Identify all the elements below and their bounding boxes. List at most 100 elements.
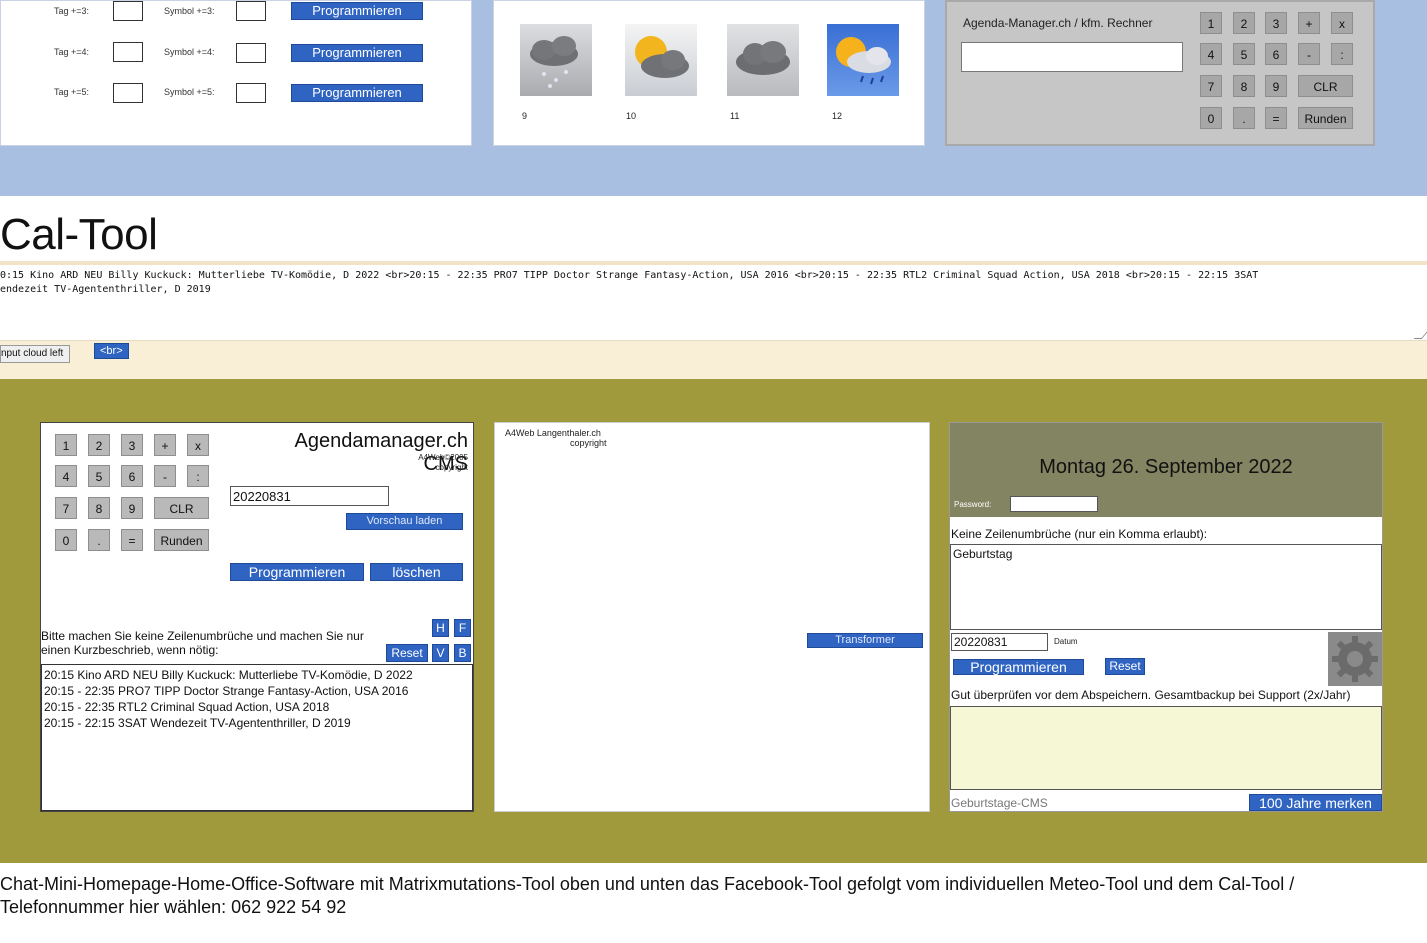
tag-input[interactable] — [113, 42, 143, 62]
cms-key-4[interactable]: 4 — [55, 465, 77, 487]
v-button[interactable]: V — [432, 644, 449, 662]
preview-copyright: copyright — [570, 438, 607, 448]
cms-key-plus[interactable]: + — [154, 434, 176, 456]
input-cloud-left-button[interactable]: nput cloud left — [0, 345, 71, 363]
password-field[interactable] — [1010, 496, 1098, 512]
reset-button[interactable]: Reset — [1105, 658, 1145, 675]
symbol-input[interactable] — [236, 83, 266, 103]
cal-tool-title: Cal-Tool — [0, 210, 158, 259]
cms-date-input[interactable] — [230, 486, 389, 506]
program-button[interactable]: Programmieren — [230, 563, 364, 581]
calculator-display[interactable] — [961, 42, 1183, 72]
list-item: 20:15 - 22:35 RTL2 Criminal Squad Action… — [44, 700, 330, 714]
program-button[interactable]: Programmieren — [291, 44, 423, 62]
transform-button[interactable]: Transformer — [807, 633, 923, 648]
cms-entries-textarea[interactable]: 20:15 Kino ARD NEU Billy Kuckuck: Mutter… — [41, 664, 473, 811]
delete-button[interactable]: löschen — [370, 563, 463, 581]
calc-key-minus[interactable]: - — [1298, 43, 1320, 65]
snow-cloud-icon[interactable] — [520, 24, 592, 96]
f-button[interactable]: F — [454, 619, 471, 637]
calc-key-5[interactable]: 5 — [1233, 43, 1255, 65]
calc-key-7[interactable]: 7 — [1200, 75, 1222, 97]
cms-subtitle: A4Web©2005 — [418, 453, 468, 462]
tag-label: Tag +=3: — [54, 6, 90, 16]
instruction-text: Keine Zeilenumbrüche (nur ein Komma erla… — [951, 527, 1208, 541]
cloud-icon[interactable] — [727, 24, 799, 96]
calc-key-multiply[interactable]: x — [1331, 12, 1353, 34]
calc-key-decimal[interactable]: . — [1233, 107, 1255, 129]
cms-key-clear[interactable]: CLR — [154, 497, 209, 519]
tag-input[interactable] — [113, 83, 143, 103]
cms-key-1[interactable]: 1 — [55, 434, 77, 456]
program-button[interactable]: Programmieren — [291, 2, 423, 20]
cms-key-3[interactable]: 3 — [121, 434, 143, 456]
footer-text: Chat-Mini-Homepage-Home-Office-Software … — [0, 873, 1420, 919]
calc-key-divide[interactable]: : — [1331, 43, 1353, 65]
calculator-title: Agenda-Manager.ch / kfm. Rechner — [963, 16, 1153, 30]
cms-key-9[interactable]: 9 — [121, 497, 143, 519]
cal-textarea[interactable]: 0:15 Kino ARD NEU Billy Kuckuck: Mutterl… — [0, 265, 1427, 341]
calc-key-2[interactable]: 2 — [1233, 12, 1255, 34]
sun-rain-icon[interactable] — [827, 24, 899, 96]
gear-icon[interactable] — [1328, 632, 1382, 686]
remember-100-years-button[interactable]: 100 Jahre merken — [1249, 794, 1382, 811]
icon-number: 10 — [626, 111, 637, 121]
calc-key-equals[interactable]: = — [1265, 107, 1287, 129]
cms-key-minus[interactable]: - — [154, 465, 176, 487]
preview-panel: A4Web Langenthaler.ch copyright Transfor… — [494, 422, 930, 812]
cms-key-divide[interactable]: : — [187, 465, 209, 487]
backup-note: Gut überprüfen vor dem Abspeichern. Gesa… — [951, 688, 1351, 702]
weather-panel: 9 10 11 12 — [493, 0, 925, 146]
cms-hint: Bitte machen Sie keine Zeilenumbrüche un… — [41, 629, 364, 657]
symbol-input[interactable] — [236, 1, 266, 21]
cms-key-equals[interactable]: = — [121, 529, 143, 551]
calc-key-clear[interactable]: CLR — [1298, 75, 1353, 97]
sun-cloud-icon[interactable] — [625, 24, 697, 96]
birthday-list-area[interactable] — [950, 706, 1382, 790]
calc-key-1[interactable]: 1 — [1200, 12, 1222, 34]
list-item: 20:15 - 22:35 PRO7 TIPP Doctor Strange F… — [44, 684, 409, 698]
birthday-cms-label: Geburtstage-CMS — [951, 796, 1048, 810]
calc-key-4[interactable]: 4 — [1200, 43, 1222, 65]
symbol-label: Symbol +=5: — [164, 87, 215, 97]
h-button[interactable]: H — [432, 619, 449, 637]
current-date: Montag 26. September 2022 — [1039, 456, 1293, 478]
b-button[interactable]: B — [454, 644, 471, 662]
calc-key-6[interactable]: 6 — [1265, 43, 1287, 65]
program-button[interactable]: Programmieren — [953, 659, 1084, 675]
calc-key-0[interactable]: 0 — [1200, 107, 1222, 129]
symbol-label: Symbol +=4: — [164, 47, 215, 57]
calc-key-8[interactable]: 8 — [1233, 75, 1255, 97]
reset-button[interactable]: Reset — [386, 644, 428, 662]
footer-line: Telefonnummer hier wählen: 062 922 54 92 — [0, 897, 347, 917]
br-tag-button[interactable]: <br> — [94, 343, 129, 359]
preview-brand: A4Web Langenthaler.ch — [505, 428, 601, 438]
cms-key-6[interactable]: 6 — [121, 465, 143, 487]
cms-key-0[interactable]: 0 — [55, 529, 77, 551]
cms-key-5[interactable]: 5 — [88, 465, 110, 487]
cms-key-decimal[interactable]: . — [88, 529, 110, 551]
cms-key-7[interactable]: 7 — [55, 497, 77, 519]
cms-key-8[interactable]: 8 — [88, 497, 110, 519]
toolbar-strip — [0, 341, 1427, 379]
calc-key-9[interactable]: 9 — [1265, 75, 1287, 97]
birthday-textarea[interactable]: Geburtstag — [950, 544, 1382, 630]
calc-key-plus[interactable]: + — [1298, 12, 1320, 34]
calc-key-round[interactable]: Runden — [1298, 107, 1353, 129]
tag-label: Tag +=4: — [54, 47, 90, 57]
birthday-date-input[interactable] — [951, 633, 1048, 651]
symbol-input[interactable] — [236, 43, 266, 63]
cms-key-multiply[interactable]: x — [187, 434, 209, 456]
cms-key-round[interactable]: Runden — [154, 529, 209, 551]
tag-input[interactable] — [113, 1, 143, 21]
list-item: 20:15 Kino ARD NEU Billy Kuckuck: Mutter… — [44, 668, 413, 682]
cms-key-2[interactable]: 2 — [88, 434, 110, 456]
programmer-panel: Tag +=3: Symbol +=3: Programmieren Tag +… — [0, 0, 472, 146]
cms-copyright: copyright — [435, 463, 468, 472]
preview-button[interactable]: Vorschau laden — [346, 513, 463, 530]
calc-key-3[interactable]: 3 — [1265, 12, 1287, 34]
icon-number: 11 — [730, 111, 740, 121]
birthday-cms-panel: Montag 26. September 2022 Password: Kein… — [949, 422, 1383, 812]
icon-number: 9 — [522, 111, 528, 121]
program-button[interactable]: Programmieren — [291, 84, 423, 102]
